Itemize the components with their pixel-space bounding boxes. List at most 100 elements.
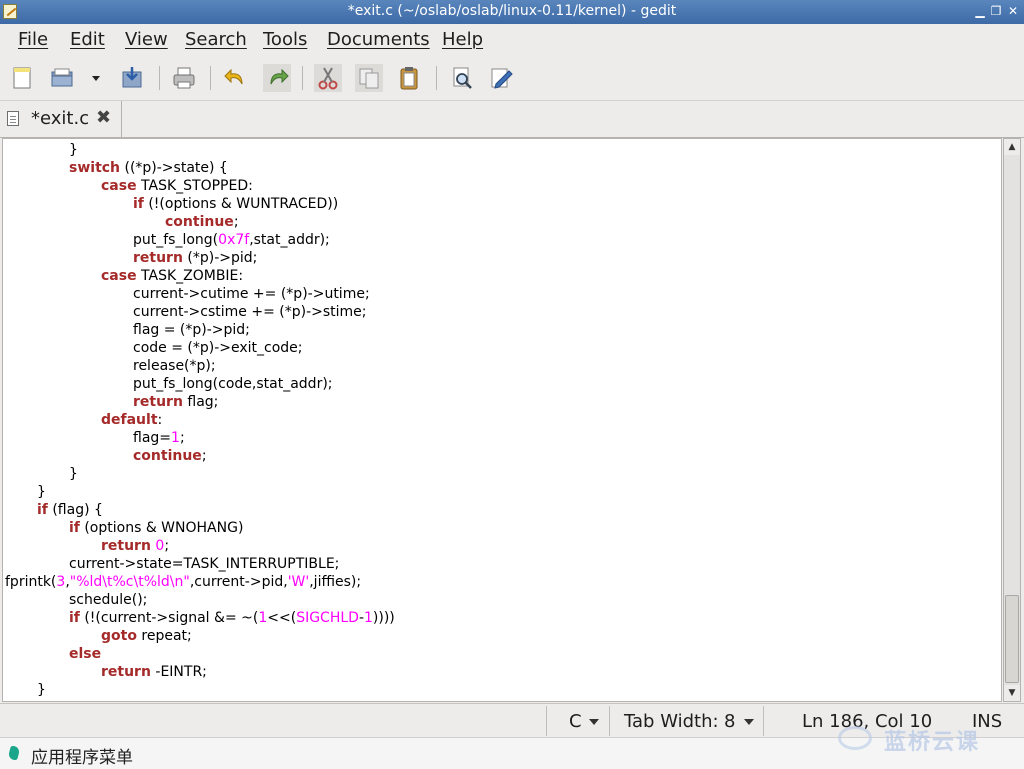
code-text: flag = (*p)->pid; bbox=[133, 322, 250, 338]
code-line: return 0; bbox=[101, 537, 169, 555]
minimize-icon[interactable]: ▁ bbox=[972, 3, 988, 19]
watermark-text: 蓝桥云课 bbox=[884, 730, 981, 755]
application-menu-icon[interactable] bbox=[7, 746, 21, 760]
menu-file[interactable]: File bbox=[18, 29, 48, 50]
code-text: )))) bbox=[372, 610, 395, 626]
code-line: goto repeat; bbox=[101, 627, 192, 645]
status-separator bbox=[763, 706, 764, 736]
toolbar bbox=[0, 56, 1024, 101]
tab-width-label[interactable]: Tab Width: bbox=[624, 711, 719, 732]
code-line: if (!(options & WUNTRACED)) bbox=[133, 195, 338, 213]
code-literal: "%ld\t%c\t%ld\n" bbox=[69, 574, 190, 590]
code-text: put_fs_long(code,stat_addr); bbox=[133, 376, 333, 392]
code-keyword: if bbox=[69, 520, 80, 536]
tab-width-value[interactable]: 8 bbox=[724, 711, 735, 732]
code-line: release(*p); bbox=[133, 357, 216, 375]
code-text: ; bbox=[201, 448, 207, 464]
code-line: else bbox=[69, 645, 101, 663]
code-text: <<( bbox=[267, 610, 297, 626]
code-literal: 3 bbox=[56, 574, 66, 590]
window-title: *exit.c (~/oslab/oslab/linux-0.11/kernel… bbox=[347, 3, 677, 19]
code-line: if (!(current->signal &= ~(1<<(SIGCHLD-1… bbox=[69, 609, 395, 627]
code-text: TASK_ZOMBIE: bbox=[136, 268, 244, 284]
toolbar-separator bbox=[159, 66, 160, 90]
code-text: code = (*p)->exit_code; bbox=[133, 340, 303, 356]
tab-width-dropdown-icon[interactable] bbox=[744, 719, 754, 725]
code-text: } bbox=[37, 484, 46, 500]
cut-icon[interactable] bbox=[314, 64, 342, 92]
status-separator bbox=[546, 706, 547, 736]
maximize-icon[interactable]: ❐ bbox=[988, 3, 1004, 19]
scrollbar-thumb[interactable] bbox=[1005, 595, 1019, 683]
code-text: (!(options & WUNTRACED)) bbox=[143, 196, 339, 212]
code-keyword: if bbox=[69, 610, 80, 626]
code-line: flag=1; bbox=[133, 429, 185, 447]
save-icon[interactable] bbox=[118, 64, 146, 92]
code-line: if (options & WNOHANG) bbox=[69, 519, 243, 537]
code-line: continue; bbox=[133, 447, 207, 465]
toolbar-separator bbox=[210, 66, 211, 90]
code-line: continue; bbox=[165, 213, 239, 231]
undo-icon[interactable] bbox=[222, 64, 250, 92]
code-keyword: default bbox=[101, 412, 158, 428]
code-line: current->cutime += (*p)->utime; bbox=[133, 285, 370, 303]
code-line: case TASK_STOPPED: bbox=[101, 177, 253, 195]
menu-search[interactable]: Search bbox=[185, 29, 247, 50]
code-literal: 'W' bbox=[287, 574, 310, 590]
copy-icon[interactable] bbox=[355, 64, 383, 92]
scroll-up-arrow-icon[interactable]: ▲ bbox=[1004, 139, 1020, 155]
replace-icon[interactable] bbox=[487, 64, 515, 92]
code-line: fprintk(3,"%ld\t%c\t%ld\n",current->pid,… bbox=[5, 573, 361, 591]
menu-help[interactable]: Help bbox=[442, 29, 483, 50]
title-bar[interactable]: *exit.c (~/oslab/oslab/linux-0.11/kernel… bbox=[0, 0, 1024, 24]
code-text: ((*p)->state) { bbox=[120, 160, 228, 176]
find-icon[interactable] bbox=[448, 64, 476, 92]
close-window-icon[interactable]: ✕ bbox=[1005, 3, 1021, 19]
language-selector[interactable]: C bbox=[569, 711, 582, 732]
code-line: schedule(); bbox=[69, 591, 147, 609]
code-keyword: return bbox=[101, 664, 151, 680]
code-keyword: return bbox=[133, 250, 183, 266]
code-text: ; bbox=[179, 430, 185, 446]
close-tab-icon[interactable]: ✖ bbox=[96, 108, 111, 128]
tab-label: *exit.c bbox=[31, 108, 90, 129]
code-text: : bbox=[157, 412, 163, 428]
code-text: } bbox=[69, 142, 78, 158]
code-literal: 1 bbox=[171, 430, 180, 446]
code-text: (!(current->signal &= ~( bbox=[79, 610, 259, 626]
code-text: ; bbox=[164, 538, 170, 554]
application-menu-label[interactable]: 应用程序菜单 bbox=[31, 743, 133, 768]
print-icon[interactable] bbox=[170, 64, 198, 92]
code-text: ,stat_addr); bbox=[249, 232, 330, 248]
menu-documents[interactable]: Documents bbox=[327, 29, 430, 50]
code-text: flag; bbox=[182, 394, 219, 410]
code-line: } bbox=[69, 465, 78, 483]
redo-icon[interactable] bbox=[263, 64, 291, 92]
code-text: current->cstime += (*p)->stime; bbox=[133, 304, 367, 320]
tab-exit-c[interactable]: *exit.c ✖ bbox=[0, 101, 122, 137]
new-document-icon[interactable] bbox=[8, 64, 36, 92]
open-icon[interactable] bbox=[48, 64, 76, 92]
code-line: } bbox=[69, 141, 78, 159]
menu-view[interactable]: View bbox=[125, 29, 168, 50]
code-line: case TASK_ZOMBIE: bbox=[101, 267, 243, 285]
open-dropdown-icon[interactable] bbox=[84, 64, 108, 92]
code-line: return (*p)->pid; bbox=[133, 249, 257, 267]
code-literal: 1 bbox=[364, 610, 373, 626]
paste-icon[interactable] bbox=[395, 64, 423, 92]
menu-tools[interactable]: Tools bbox=[263, 29, 307, 50]
scroll-down-arrow-icon[interactable]: ▼ bbox=[1004, 685, 1020, 701]
code-text: ,jiffies); bbox=[309, 574, 362, 590]
vertical-scrollbar[interactable]: ▲ ▼ bbox=[1003, 138, 1021, 702]
language-dropdown-icon[interactable] bbox=[589, 719, 599, 725]
code-line: code = (*p)->exit_code; bbox=[133, 339, 303, 357]
code-keyword: continue bbox=[165, 214, 234, 230]
code-editor[interactable]: } switch ((*p)->state) {case TASK_STOPPED… bbox=[2, 138, 1002, 702]
menu-edit[interactable]: Edit bbox=[70, 29, 105, 50]
code-text: schedule(); bbox=[69, 592, 148, 608]
code-line: current->cstime += (*p)->stime; bbox=[133, 303, 367, 321]
code-literal: SIGCHLD bbox=[296, 610, 359, 626]
code-keyword: return bbox=[133, 394, 183, 410]
code-text: ,current->pid, bbox=[189, 574, 288, 590]
code-line: put_fs_long(0x7f,stat_addr); bbox=[133, 231, 330, 249]
